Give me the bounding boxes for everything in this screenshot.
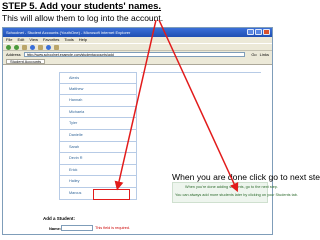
favorites-bar: Student Accounts bbox=[3, 58, 272, 65]
menu-favorites[interactable]: Favorites bbox=[43, 37, 59, 43]
list-item[interactable]: Tyler bbox=[59, 118, 137, 130]
menu-help[interactable]: Help bbox=[79, 37, 87, 43]
list-item[interactable]: Hailey bbox=[59, 176, 137, 188]
back-icon[interactable] bbox=[6, 44, 11, 50]
close-icon[interactable] bbox=[263, 29, 270, 35]
search-icon[interactable] bbox=[46, 44, 51, 50]
browser-screenshot: Schoolnet - Student Accounts (YouthOne) … bbox=[2, 27, 273, 235]
favorites-tab[interactable]: Student Accounts bbox=[6, 58, 46, 64]
window-controls bbox=[247, 29, 270, 35]
name-label: Name: bbox=[49, 226, 62, 231]
links-label[interactable]: Links bbox=[260, 52, 269, 57]
name-input[interactable] bbox=[61, 225, 93, 231]
required-note: This field is required. bbox=[95, 226, 131, 230]
stop-icon[interactable] bbox=[22, 44, 27, 50]
list-item[interactable]: Matthew bbox=[59, 83, 137, 96]
menu-file[interactable]: File bbox=[6, 37, 12, 43]
add-student-heading: Add a Student: bbox=[43, 216, 75, 221]
browser-toolbar bbox=[3, 43, 272, 51]
next-step-callout: When you are done click go to next step bbox=[172, 172, 320, 182]
next-step-link[interactable]: When you're done adding students, go to … bbox=[185, 185, 278, 189]
page-content: Alexis Matthew Hannah Michaela Tyler Dan… bbox=[3, 66, 272, 234]
list-item[interactable]: Devin R bbox=[59, 153, 137, 165]
list-item[interactable]: Michaela bbox=[59, 106, 137, 119]
address-label: Address bbox=[6, 52, 21, 57]
address-bar: Address http://www.schoolnet.example.com… bbox=[3, 51, 272, 58]
maximize-icon[interactable] bbox=[255, 29, 262, 35]
list-item[interactable]: Alexis bbox=[59, 72, 137, 84]
student-list: Alexis Matthew Hannah Michaela Tyler Dan… bbox=[59, 72, 137, 200]
list-item[interactable]: Danielle bbox=[59, 129, 137, 142]
name-field-highlight bbox=[93, 189, 130, 200]
step-subtitle: This will allow them to log into the acc… bbox=[2, 13, 164, 23]
list-item[interactable]: Erick bbox=[59, 164, 137, 177]
refresh-icon[interactable] bbox=[30, 44, 35, 50]
menu-tools[interactable]: Tools bbox=[64, 37, 73, 43]
home-icon[interactable] bbox=[38, 44, 43, 50]
list-item[interactable]: Hannah bbox=[59, 95, 137, 107]
window-title: Schoolnet - Student Accounts (YouthOne) … bbox=[6, 30, 131, 35]
list-item[interactable]: Sarah bbox=[59, 141, 137, 154]
minimize-icon[interactable] bbox=[247, 29, 254, 35]
step-title: STEP 5. Add your students' names. bbox=[2, 1, 162, 12]
menu-view[interactable]: View bbox=[29, 37, 38, 43]
favorites-icon[interactable] bbox=[54, 44, 59, 50]
forward-icon[interactable] bbox=[14, 44, 19, 50]
info-note: You can always add more students later b… bbox=[175, 193, 298, 197]
menu-edit[interactable]: Edit bbox=[17, 37, 24, 43]
window-titlebar: Schoolnet - Student Accounts (YouthOne) … bbox=[3, 28, 272, 37]
go-button[interactable]: Go bbox=[251, 52, 256, 57]
panel-divider bbox=[141, 72, 261, 73]
address-input[interactable]: http://www.schoolnet.example.com/student… bbox=[23, 52, 246, 57]
